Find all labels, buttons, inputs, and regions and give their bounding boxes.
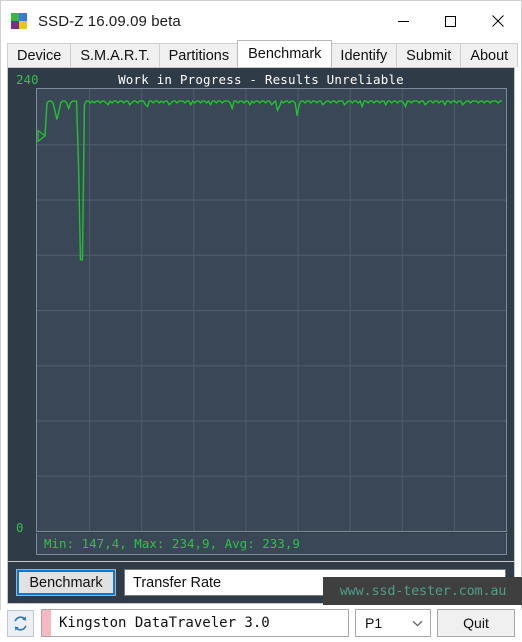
tab-partitions-label: Partitions [168, 48, 230, 64]
ssdz-window: SSD-Z 16.09.09 beta Device S.M.A.R.T. Pa… [0, 0, 522, 642]
device-name-value: Kingston DataTraveler 3.0 [59, 615, 270, 631]
refresh-icon[interactable] [7, 609, 34, 637]
chart-plot-area [36, 88, 507, 532]
device-color-swatch [42, 610, 51, 636]
window-title: SSD-Z 16.09.09 beta [38, 12, 181, 30]
benchmark-mode-value: Transfer Rate [133, 574, 222, 591]
benchmark-controls: Benchmark Transfer Rate [7, 562, 515, 604]
tab-strip: Device S.M.A.R.T. Partitions Benchmark I… [7, 40, 519, 67]
close-button[interactable] [474, 1, 521, 41]
tab-about[interactable]: About [460, 43, 519, 67]
y-axis-min-label: 0 [16, 520, 24, 535]
chart-stats-text: Min: 147,4, Max: 234,9, Avg: 233,9 [44, 536, 300, 551]
benchmark-chart: 240 Work in Progress - Results Unreliabl… [14, 72, 508, 557]
tab-benchmark-label: Benchmark [248, 46, 322, 62]
benchmark-mode-select[interactable]: Transfer Rate [124, 569, 506, 596]
maximize-button[interactable] [427, 1, 474, 41]
benchmark-panel: 240 Work in Progress - Results Unreliabl… [7, 67, 515, 562]
tab-smart[interactable]: S.M.A.R.T. [70, 43, 160, 67]
chart-header: 240 Work in Progress - Results Unreliabl… [14, 72, 508, 87]
tab-submit-label: Submit [406, 48, 452, 64]
window-controls [380, 1, 521, 41]
chart-svg [37, 89, 506, 531]
port-select[interactable]: P1 [355, 609, 431, 637]
title-bar: SSD-Z 16.09.09 beta [1, 1, 521, 41]
tab-identify[interactable]: Identify [330, 43, 398, 67]
tab-submit[interactable]: Submit [396, 43, 462, 67]
chevron-down-icon [483, 574, 496, 592]
minimize-button[interactable] [380, 1, 427, 41]
tab-device-label: Device [17, 48, 62, 64]
tab-benchmark[interactable]: Benchmark [237, 40, 333, 67]
chart-stats-bar: Min: 147,4, Max: 234,9, Avg: 233,9 [36, 533, 507, 555]
tab-identify-label: Identify [340, 48, 388, 64]
chevron-down-icon [412, 614, 423, 632]
app-logo-icon [11, 13, 27, 29]
benchmark-run-button[interactable]: Benchmark [16, 569, 116, 596]
tab-partitions[interactable]: Partitions [158, 43, 240, 67]
tab-about-label: About [470, 48, 509, 64]
device-name-field[interactable]: Kingston DataTraveler 3.0 [41, 609, 349, 637]
port-select-value: P1 [365, 615, 383, 631]
quit-button[interactable]: Quit [437, 609, 515, 637]
chart-warning-title: Work in Progress - Results Unreliable [118, 72, 404, 87]
tab-device[interactable]: Device [7, 43, 72, 67]
tab-smart-label: S.M.A.R.T. [80, 48, 150, 64]
